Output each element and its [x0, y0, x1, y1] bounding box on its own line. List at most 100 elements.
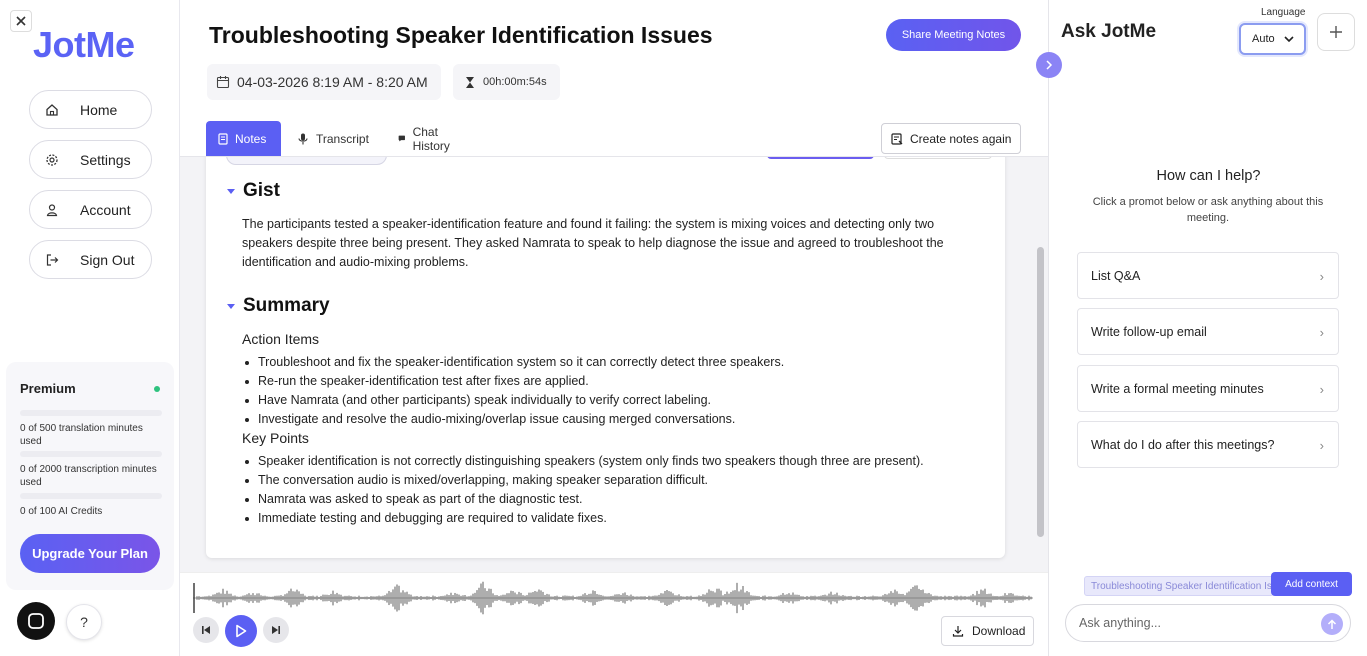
list-item: Namrata was asked to speak as part of th… — [242, 490, 924, 509]
tab-chat-history-label: Chat History — [412, 124, 450, 153]
send-button[interactable] — [1321, 613, 1343, 635]
chevron-right-icon — [1046, 60, 1053, 70]
summary-heading: Summary — [243, 295, 330, 316]
language-label: Language — [1261, 7, 1306, 18]
document-icon — [218, 132, 228, 145]
tab-notes-label: Notes — [235, 131, 267, 146]
main-content: Troubleshooting Speaker Identification I… — [180, 0, 1048, 656]
meeting-datetime-text: 04-03-2026 8:19 AM - 8:20 AM — [237, 74, 428, 90]
tab-chat-history[interactable]: Chat History — [398, 121, 454, 156]
caret-down-icon — [227, 188, 235, 194]
action-items-list: Troubleshoot and fix the speaker-identif… — [242, 353, 784, 429]
share-meeting-notes-button[interactable]: Share Meeting Notes — [886, 19, 1021, 51]
notes-scroll-area[interactable]: Gist The participants tested a speaker-i… — [180, 157, 1048, 572]
calendar-icon — [216, 76, 230, 89]
prompt-label: Write a formal meeting minutes — [1091, 381, 1264, 396]
user-icon — [44, 202, 60, 218]
nav-account-button[interactable]: Account — [29, 190, 152, 229]
microphone-icon — [298, 133, 308, 144]
tab-notes[interactable]: Notes — [206, 121, 281, 156]
prompt-follow-up-email[interactable]: Write follow-up email › — [1077, 308, 1339, 355]
play-icon — [236, 624, 247, 638]
scrolled-away-chip — [226, 157, 387, 165]
summary-section-toggle[interactable]: Summary — [227, 295, 330, 317]
language-select[interactable]: Auto — [1239, 23, 1306, 55]
hourglass-icon — [466, 76, 474, 88]
ask-input[interactable]: Ask anything... — [1065, 604, 1351, 642]
play-button[interactable] — [225, 615, 257, 647]
collapse-sidebar-button[interactable] — [10, 10, 32, 32]
help-button[interactable]: ? — [66, 604, 102, 640]
prompt-next-steps[interactable]: What do I do after this meetings? › — [1077, 421, 1339, 468]
gist-section-toggle[interactable]: Gist — [227, 180, 280, 202]
download-label: Download — [972, 624, 1026, 638]
new-chat-button[interactable] — [1317, 13, 1355, 51]
chevron-right-icon: › — [1319, 269, 1324, 284]
audio-waveform[interactable] — [193, 581, 1033, 615]
toggle-assistant-panel-button[interactable] — [1036, 52, 1062, 78]
meeting-datetime: 04-03-2026 8:19 AM - 8:20 AM — [207, 64, 441, 100]
list-item: The conversation audio is mixed/overlapp… — [242, 471, 924, 490]
usage-text: 0 of 2000 transcription minutes used — [20, 464, 157, 488]
language-value: Auto — [1252, 33, 1275, 45]
gear-icon — [44, 152, 60, 168]
download-icon — [952, 626, 964, 637]
ask-input-placeholder: Ask anything... — [1079, 616, 1161, 630]
prompt-meeting-minutes[interactable]: Write a formal meeting minutes › — [1077, 365, 1339, 412]
create-notes-again-button[interactable]: Create notes again — [881, 123, 1021, 154]
add-context-button[interactable]: Add context — [1271, 572, 1352, 596]
nav-sign-out-label: Sign Out — [80, 251, 135, 268]
assistant-title: Ask JotMe — [1061, 21, 1157, 42]
usage-bar — [20, 493, 162, 499]
nav-settings-label: Settings — [80, 151, 131, 168]
list-item: Re-run the speaker-identification test a… — [242, 372, 784, 391]
assistant-panel: Ask JotMe Language Auto How can I help? … — [1048, 0, 1367, 656]
skip-forward-button[interactable] — [263, 617, 289, 643]
meeting-duration-text: 00h:00m:54s — [483, 76, 547, 88]
upgrade-plan-button[interactable]: Upgrade Your Plan — [20, 534, 160, 573]
help-title: How can I help? — [1156, 168, 1261, 184]
nav-home-button[interactable]: Home — [29, 90, 152, 129]
regenerate-notes-icon — [891, 132, 903, 145]
sign-out-icon — [44, 252, 60, 268]
usage-translation: 0 of 500 translation minutes used — [20, 410, 162, 448]
skip-back-button[interactable] — [193, 617, 219, 643]
chat-icon — [398, 135, 405, 142]
usage-ai-credits: 0 of 100 AI Credits — [20, 493, 162, 518]
home-icon — [44, 102, 60, 118]
list-item: Speaker identification is not correctly … — [242, 452, 924, 471]
support-chat-button[interactable] — [17, 602, 55, 640]
nav-account-label: Account — [80, 201, 131, 218]
collapse-icon — [16, 16, 26, 26]
list-item: Immediate testing and debugging are requ… — [242, 509, 924, 528]
app-window: JotMe Home Settings Account Sign Out Pre… — [0, 0, 1367, 656]
plan-status-dot — [154, 386, 160, 392]
prompt-list-qa[interactable]: List Q&A › — [1077, 252, 1339, 299]
arrow-up-icon — [1327, 618, 1337, 629]
scrollbar-thumb[interactable] — [1037, 247, 1044, 537]
help-subtitle: Click a promot below or ask anything abo… — [1092, 196, 1324, 224]
nav-settings-button[interactable]: Settings — [29, 140, 152, 179]
plan-title: Premium — [20, 381, 76, 396]
app-logo: JotMe — [33, 24, 135, 65]
audio-player: Download — [180, 572, 1048, 656]
chevron-right-icon: › — [1319, 438, 1324, 453]
key-points-list: Speaker identification is not correctly … — [242, 452, 924, 528]
prompt-label: What do I do after this meetings? — [1091, 437, 1275, 452]
caret-down-icon — [227, 303, 235, 309]
gist-heading: Gist — [243, 180, 280, 201]
action-items-heading: Action Items — [242, 331, 320, 347]
chat-bubble-icon — [28, 613, 44, 629]
usage-text: 0 of 100 AI Credits — [20, 506, 103, 517]
nav-sign-out-button[interactable]: Sign Out — [29, 240, 152, 279]
list-item: Investigate and resolve the audio-mixing… — [242, 410, 784, 429]
download-button[interactable]: Download — [941, 616, 1034, 646]
meeting-duration: 00h:00m:54s — [453, 64, 560, 100]
context-chip[interactable]: Troubleshooting Speaker Identification I… — [1084, 576, 1274, 596]
chevron-right-icon: › — [1319, 325, 1324, 340]
skip-back-icon — [202, 626, 210, 634]
skip-forward-icon — [272, 626, 280, 634]
scrolled-away-button — [884, 157, 992, 159]
tab-transcript[interactable]: Transcript — [298, 121, 369, 156]
notes-card: Gist The participants tested a speaker-i… — [206, 157, 1005, 558]
